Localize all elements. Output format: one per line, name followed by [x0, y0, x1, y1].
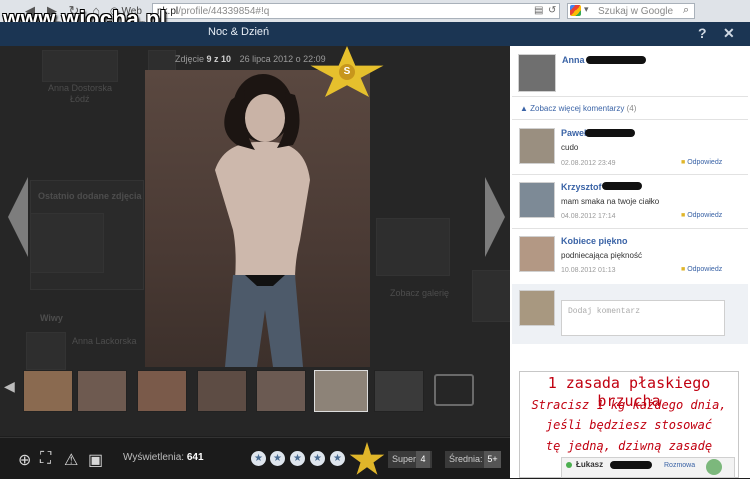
comment-avatar[interactable] [519, 182, 555, 218]
album-title: Noc & Dzień [208, 26, 270, 38]
dropdown-icon[interactable]: ▾ [584, 4, 589, 15]
url-path: /profile/44339854#!q [178, 6, 270, 17]
thumbnail-1[interactable] [23, 370, 73, 412]
wall-heading: Wiwy [40, 313, 63, 323]
wall-avatar [26, 332, 66, 370]
photo-date: 26 lipca 2012 o 22:09 [239, 54, 326, 64]
views-counter: Wyświetlenia: 641 [123, 452, 204, 463]
friend-avatar [42, 50, 118, 82]
chat-contact-name[interactable]: Łukasz [576, 460, 603, 469]
comment-text: podniecająca piękność [561, 251, 642, 260]
reply-label: Odpowiedz [687, 212, 723, 219]
comment-text: cudo [561, 143, 579, 152]
thumbnail-4[interactable] [197, 370, 247, 412]
thumbnail-2[interactable] [77, 370, 127, 412]
comment-date: 02.08.2012 23:49 [561, 160, 616, 167]
reply-label: Odpowiedz [687, 266, 723, 273]
photo-counter: 9 z 10 [206, 54, 232, 64]
recent-photos-heading: Ostatnio dodane zdjęcia [38, 191, 142, 201]
chevron-up-icon: ▲ [520, 104, 531, 113]
comment-text: mam smaka na twoje ciałko [561, 197, 660, 206]
online-status-icon [566, 462, 572, 468]
google-search-placeholder: Szukaj w Google [598, 6, 674, 17]
comment-author[interactable]: Kobiece piękno [561, 236, 628, 246]
more-comments-link[interactable]: ▲ Zobacz więcej komentarzy (4) [520, 104, 636, 113]
thumbnail-7[interactable] [374, 370, 424, 412]
reply-link[interactable]: ■ Odpowiedz [681, 212, 722, 219]
search-icon[interactable]: ⌕ [683, 4, 689, 17]
divider [512, 119, 748, 120]
address-bar[interactable]: nk.pl/profile/44339854#!q [152, 3, 560, 19]
fullscreen-icon[interactable]: ⛶ [40, 450, 51, 468]
thumbnail-5[interactable] [256, 370, 306, 412]
add-photo-icon[interactable]: ▣ [88, 450, 103, 470]
gallery-icon[interactable] [434, 374, 474, 406]
divider [512, 228, 748, 229]
gallery-photo[interactable] [376, 218, 450, 276]
report-icon[interactable]: ⚠ [64, 450, 78, 470]
ad-line: tę jedną, dziwną zasadę [545, 439, 713, 453]
friend-location: Łódź [70, 94, 90, 104]
ad-line: jeśli będziesz stosować [545, 418, 713, 432]
views-value: 641 [186, 452, 204, 463]
redaction-bar [610, 461, 652, 469]
rating-star-4-icon[interactable]: ★ [310, 451, 325, 466]
redaction-bar [602, 182, 642, 190]
comment-date: 10.08.2012 01:13 [561, 267, 616, 274]
reply-link[interactable]: ■ Odpowiedz [681, 266, 722, 273]
my-avatar [519, 290, 555, 326]
divider [512, 96, 748, 97]
wall-name[interactable]: Anna Lackorska [72, 336, 137, 346]
photo-meta: Zdjęcie 9 z 10 26 lipca 2012 o 22:09 [175, 54, 326, 64]
comment-author[interactable]: Krzysztof [561, 182, 602, 192]
owner-avatar[interactable] [518, 54, 556, 92]
refresh-icon[interactable]: ↺ [548, 5, 556, 16]
zoom-icon[interactable]: ⊕ [18, 450, 31, 470]
redaction-bar [585, 129, 635, 137]
thumbnail-6-active[interactable] [314, 370, 368, 412]
rating-star-5-icon[interactable]: ★ [330, 451, 345, 466]
owner-name[interactable]: Anna [562, 55, 585, 65]
super-s-icon: S [339, 64, 355, 80]
side-ghost-box [472, 270, 512, 322]
gallery-link[interactable]: Zobacz galerię [390, 288, 449, 298]
redaction-bar [586, 56, 646, 64]
comment-avatar[interactable] [519, 236, 555, 272]
ad-line: Stracisz 1 kg każdego dnia, [531, 398, 727, 412]
help-icon[interactable]: ? [698, 25, 707, 41]
rating-star-2-icon[interactable]: ★ [270, 451, 285, 466]
comment-input[interactable]: Dodaj komentarz [561, 300, 725, 336]
recent-photo-thumb[interactable] [30, 213, 104, 273]
comment-author[interactable]: Paweł [561, 128, 587, 138]
thumbnail-3[interactable] [137, 370, 187, 412]
rating-star-1-icon[interactable]: ★ [251, 451, 266, 466]
comment-date: 04.08.2012 17:14 [561, 213, 616, 220]
divider [512, 174, 748, 175]
google-icon [570, 5, 581, 16]
more-comments-label: Zobacz więcej komentarzy [530, 104, 625, 113]
photo-viewer-header [0, 22, 750, 46]
friend-name: Anna Dostorska [48, 83, 113, 93]
reply-link[interactable]: ■ Odpowiedz [681, 159, 722, 166]
photo-image [215, 74, 310, 367]
thumbs-left-icon[interactable]: ◀ [4, 378, 15, 395]
comment-avatar[interactable] [519, 128, 555, 164]
chat-button[interactable]: Rozmowa [664, 462, 695, 469]
rating-star-3-icon[interactable]: ★ [290, 451, 305, 466]
rss-icon[interactable]: ▤ [534, 5, 543, 16]
main-photo[interactable] [145, 70, 370, 367]
close-icon[interactable]: ✕ [723, 25, 735, 42]
views-label: Wyświetlenia: [123, 452, 185, 463]
photo-label: Zdjęcie [175, 54, 205, 64]
chat-bubble-icon[interactable] [706, 459, 722, 475]
reply-label: Odpowiedz [687, 159, 723, 166]
average-value: 5+ [484, 451, 501, 468]
super-count: 4 [416, 451, 430, 468]
more-comments-count: (4) [626, 104, 637, 113]
